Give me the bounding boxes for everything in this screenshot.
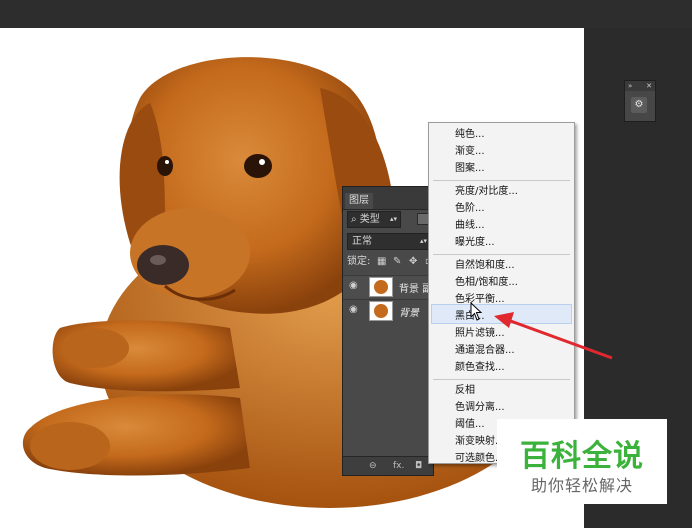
menu-item[interactable]: 通道混合器... bbox=[455, 343, 515, 359]
close-icon[interactable]: ✕ bbox=[646, 81, 652, 91]
menu-item[interactable]: 曝光度... bbox=[455, 235, 495, 251]
layer-thumbnail bbox=[369, 277, 393, 297]
layers-panel[interactable]: 图层 ⌕ 类型 ▴▾ 正常 ▴▾ 锁定: ▦ ✎ ✥ ▫ ◉ 背景 副 ◉ 背景… bbox=[342, 186, 434, 476]
layer-row[interactable]: ◉ 背景 副 bbox=[343, 275, 433, 298]
lock-label: 锁定: bbox=[347, 256, 371, 267]
link-icon[interactable]: ⊖ bbox=[369, 457, 377, 475]
properties-icon[interactable]: ⚙ bbox=[631, 97, 647, 113]
layer-row[interactable]: ◉ 背景 bbox=[343, 299, 433, 322]
lock-brush-icon[interactable]: ✎ bbox=[393, 254, 401, 270]
menu-separator bbox=[433, 254, 570, 255]
menu-item[interactable]: 颜色查找... bbox=[455, 360, 505, 376]
menu-item[interactable]: 渐变... bbox=[455, 144, 485, 160]
adjustment-menu[interactable]: 纯色... 渐变... 图案... 亮度/对比度... 色阶... 曲线... 曝光度...… bbox=[428, 122, 575, 464]
layer-filter-select[interactable]: ⌕ 类型 ▴▾ bbox=[347, 211, 401, 228]
collapsed-panel[interactable]: » ✕ ⚙ bbox=[624, 80, 656, 122]
menu-item[interactable]: 图案... bbox=[455, 161, 485, 177]
collapsed-panel-header: » ✕ bbox=[625, 81, 655, 91]
lock-row: 锁定: ▦ ✎ ✥ ▫ bbox=[347, 254, 433, 270]
mouse-cursor-icon bbox=[470, 302, 483, 321]
lock-transparency-icon[interactable]: ▦ bbox=[377, 254, 386, 270]
eye-icon[interactable]: ◉ bbox=[349, 280, 358, 291]
watermark: 百科全说 助你轻松解决 bbox=[497, 419, 667, 504]
blend-mode-value: 正常 bbox=[352, 236, 372, 247]
top-bar bbox=[0, 0, 692, 28]
chevron-down-icon: ▴▾ bbox=[389, 215, 397, 223]
menu-item[interactable]: 照片滤镜... bbox=[455, 326, 505, 342]
search-icon: ⌕ bbox=[351, 214, 357, 225]
layers-footer: ⊖ fx. ◘ bbox=[343, 456, 433, 475]
layer-thumbnail bbox=[369, 301, 393, 321]
expand-icon[interactable]: » bbox=[628, 81, 632, 91]
menu-item[interactable]: 亮度/对比度... bbox=[455, 184, 518, 200]
menu-item[interactable]: 反相 bbox=[455, 383, 475, 399]
menu-item[interactable]: 自然饱和度... bbox=[455, 258, 515, 274]
chevron-down-icon: ▴▾ bbox=[419, 237, 427, 245]
lock-move-icon[interactable]: ✥ bbox=[409, 254, 417, 270]
fx-icon[interactable]: fx. bbox=[393, 457, 404, 475]
mask-icon[interactable]: ◘ bbox=[415, 457, 422, 475]
watermark-subtitle: 助你轻松解决 bbox=[530, 476, 633, 495]
watermark-title: 百科全说 bbox=[520, 439, 644, 474]
layers-filter-row: ⌕ 类型 ▴▾ bbox=[347, 211, 431, 229]
layer-name: 背景 bbox=[399, 308, 419, 319]
menu-item[interactable]: 曲线... bbox=[455, 218, 485, 234]
layer-filter-value: 类型 bbox=[359, 214, 380, 225]
menu-item[interactable]: 纯色... bbox=[455, 127, 485, 143]
layers-tab-bar: 图层 bbox=[343, 187, 433, 210]
menu-separator bbox=[433, 379, 570, 380]
menu-item[interactable]: 色调分离... bbox=[455, 400, 505, 416]
eye-icon[interactable]: ◉ bbox=[349, 304, 358, 315]
menu-separator bbox=[433, 180, 570, 181]
menu-item[interactable]: 色相/饱和度... bbox=[455, 275, 518, 291]
tab-layers[interactable]: 图层 bbox=[345, 193, 373, 209]
blend-mode-select[interactable]: 正常 ▴▾ bbox=[347, 233, 431, 250]
menu-item[interactable]: 阈值... bbox=[455, 417, 485, 433]
menu-item[interactable]: 色阶... bbox=[455, 201, 485, 217]
